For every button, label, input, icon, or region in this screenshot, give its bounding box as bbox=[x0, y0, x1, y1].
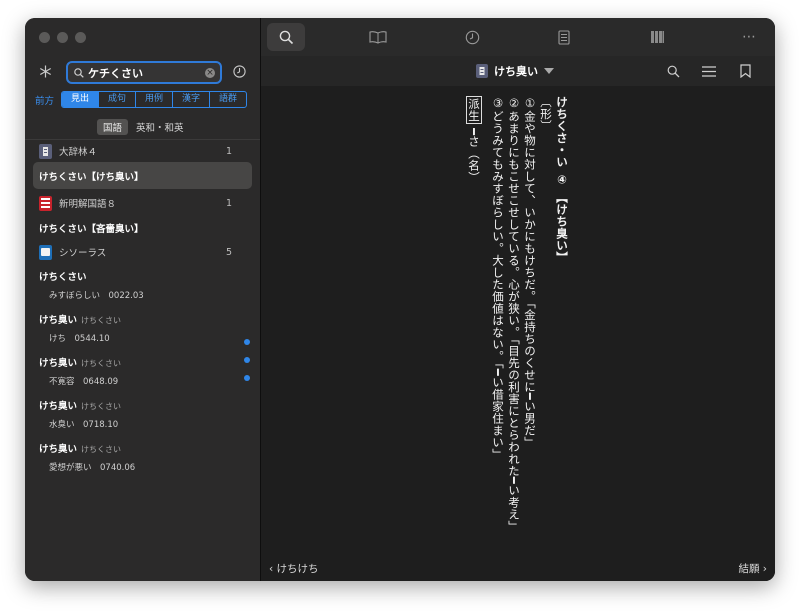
derived-text: ━さ（名） bbox=[467, 128, 481, 184]
bookmark-icon[interactable] bbox=[737, 63, 753, 79]
window-controls bbox=[39, 32, 86, 43]
headword-line: けちくさ・い ④ 【けち臭い】 bbox=[555, 96, 569, 264]
next-entry-link[interactable]: 結願 › bbox=[738, 561, 767, 576]
chevron-right-icon: › bbox=[759, 563, 767, 575]
result-count: 1 bbox=[225, 145, 232, 157]
entry-header-bar: けち臭い bbox=[261, 56, 775, 86]
result-title: けち臭い bbox=[39, 315, 78, 326]
dictionary-name: 大辞林４ bbox=[59, 147, 98, 158]
more-icon[interactable]: ⋯ bbox=[730, 23, 768, 51]
minimize-window-button[interactable] bbox=[57, 32, 68, 43]
search-scope-segmented-control: 見出 成句 用例 漢字 語群 bbox=[61, 91, 247, 108]
definition-1: ①金や物に対して、いかにもけちだ。「金持ちのくせに━い男だ」 bbox=[523, 96, 537, 449]
tab-history[interactable] bbox=[453, 23, 491, 51]
result-count: 5 bbox=[225, 246, 232, 258]
next-entry-label: 結願 bbox=[738, 563, 760, 575]
main-pane: ⋯ けち臭い けちくさ・い ④ 【けち臭い】 〔形〕 ①金や物に対して、いかにも… bbox=[261, 18, 775, 581]
dictionary-name: 新明解国語８ bbox=[59, 199, 117, 210]
close-window-button[interactable] bbox=[39, 32, 50, 43]
daijirin-icon bbox=[39, 143, 52, 159]
search-icon bbox=[74, 67, 84, 78]
search-mode-label[interactable]: 前方 bbox=[35, 93, 54, 107]
daijirin-icon bbox=[476, 64, 488, 78]
dictionary-header-shinmeikai[interactable]: 新明解国語８ 1 bbox=[25, 192, 260, 214]
result-sub: 愛想が悪い 0740.06 bbox=[49, 463, 136, 473]
result-title: けち臭い bbox=[39, 401, 78, 412]
result-reading: けちくさい bbox=[81, 316, 122, 325]
book-icon bbox=[369, 31, 387, 44]
thesaurus-result[interactable]: けち臭い けちくさい 愛想が悪い 0740.06 bbox=[25, 435, 260, 478]
segment-headword[interactable]: 見出 bbox=[62, 92, 99, 107]
dictionary-header-thesaurus[interactable]: シソーラス 5 bbox=[25, 241, 260, 263]
tab-dictionary[interactable] bbox=[359, 23, 397, 51]
thesaurus-result[interactable]: けちくさい みすぼらしい 0022.03 bbox=[25, 263, 260, 306]
language-filter: 国語 英和・和英 bbox=[97, 119, 184, 135]
segment-idiom[interactable]: 成句 bbox=[99, 92, 136, 107]
menu-icon[interactable] bbox=[701, 63, 717, 79]
asterisk-icon[interactable] bbox=[37, 63, 53, 79]
result-sub: みすぼらしい 0022.03 bbox=[49, 291, 144, 301]
chevron-down-icon bbox=[544, 67, 554, 74]
previous-entry-label: けちけち bbox=[276, 563, 319, 575]
results-list: 大辞林４ 1 けちくさい【けち臭い】 新明解国語８ 1 けちくさい【吝嗇臭い】 … bbox=[25, 140, 260, 478]
toolbar: ⋯ bbox=[261, 18, 775, 56]
derived-form: 派生 ━さ（名） bbox=[466, 96, 482, 184]
clear-search-icon[interactable]: × bbox=[205, 67, 215, 78]
app-window: ケチくさい × 前方 見出 成句 用例 漢字 語群 国語 英和・和英 大辞林４ bbox=[25, 18, 775, 581]
segment-wordgroup[interactable]: 語群 bbox=[210, 92, 246, 107]
definition-3: ③どうみてもみすぼらしい。大した価値はない。「━い借家住まい」 bbox=[491, 96, 505, 461]
result-title: けちくさい bbox=[39, 272, 87, 283]
result-reading: けちくさい bbox=[81, 402, 122, 411]
headword: けちくさ・い bbox=[555, 96, 569, 168]
zoom-window-button[interactable] bbox=[75, 32, 86, 43]
search-icon bbox=[279, 30, 293, 44]
unread-indicator bbox=[244, 375, 250, 381]
thesaurus-result[interactable]: けち臭い けちくさい 水臭い 0718.10 bbox=[25, 392, 260, 435]
sidebar: ケチくさい × 前方 見出 成句 用例 漢字 語群 国語 英和・和英 大辞林４ bbox=[25, 18, 261, 581]
result-title: けち臭い bbox=[39, 358, 78, 369]
accent-mark: ④ bbox=[555, 172, 569, 188]
result-entry-selected[interactable]: けちくさい【けち臭い】 bbox=[33, 162, 252, 189]
entry-content: けちくさ・い ④ 【けち臭い】 〔形〕 ①金や物に対して、いかにもけちだ。「金持… bbox=[261, 86, 775, 556]
result-reading: けちくさい bbox=[81, 445, 122, 454]
find-in-entry-icon[interactable] bbox=[665, 63, 681, 79]
history-icon bbox=[465, 30, 479, 44]
result-count: 1 bbox=[225, 197, 232, 209]
list-icon bbox=[558, 29, 570, 45]
thesaurus-result[interactable]: けち臭い けちくさい 不寛容 0648.09 bbox=[25, 349, 260, 392]
search-field[interactable]: ケチくさい × bbox=[66, 61, 222, 84]
entry-title-dropdown[interactable]: けち臭い bbox=[476, 63, 554, 79]
segment-kanji[interactable]: 漢字 bbox=[173, 92, 210, 107]
result-reading: けちくさい bbox=[81, 359, 122, 368]
definition-2: ②あまりにもこせこせしている。心が狭い。「目先の利害にとらわれた━い考え」 bbox=[507, 96, 521, 533]
dictionary-name: シソーラス bbox=[59, 248, 107, 259]
chevron-left-icon: ‹ bbox=[269, 563, 277, 575]
result-title: けち臭い bbox=[39, 444, 78, 455]
result-entry[interactable]: けちくさい【吝嗇臭い】 bbox=[25, 214, 260, 241]
segment-example[interactable]: 用例 bbox=[136, 92, 173, 107]
unread-indicator bbox=[244, 339, 250, 345]
headword-kanji: 【けち臭い】 bbox=[555, 191, 569, 264]
unread-indicator bbox=[244, 357, 250, 363]
entry-title: けち臭い bbox=[494, 65, 538, 78]
library-icon bbox=[650, 31, 664, 43]
previous-entry-link[interactable]: ‹ けちけち bbox=[269, 561, 319, 576]
history-icon[interactable] bbox=[231, 63, 247, 79]
search-input[interactable]: ケチくさい bbox=[88, 65, 205, 81]
derived-tag: 派生 bbox=[466, 96, 482, 124]
entry-navigation: ‹ けちけち 結願 › bbox=[261, 556, 775, 581]
result-sub: 不寛容 0648.09 bbox=[49, 377, 119, 387]
shinmeikai-icon bbox=[39, 195, 52, 211]
dictionary-header-daijirin[interactable]: 大辞林４ 1 bbox=[25, 140, 260, 162]
part-of-speech: 〔形〕 bbox=[539, 96, 553, 132]
lang-english-button[interactable]: 英和・和英 bbox=[136, 120, 184, 134]
thesaurus-result[interactable]: けち臭い けちくさい けち 0544.10 bbox=[25, 306, 260, 349]
result-sub: 水臭い 0718.10 bbox=[49, 420, 119, 430]
tab-list[interactable] bbox=[545, 23, 583, 51]
tab-library[interactable] bbox=[638, 23, 676, 51]
thesaurus-icon bbox=[39, 244, 52, 260]
lang-japanese-button[interactable]: 国語 bbox=[97, 119, 129, 135]
result-sub: けち 0544.10 bbox=[49, 334, 110, 344]
tab-search[interactable] bbox=[267, 23, 305, 51]
